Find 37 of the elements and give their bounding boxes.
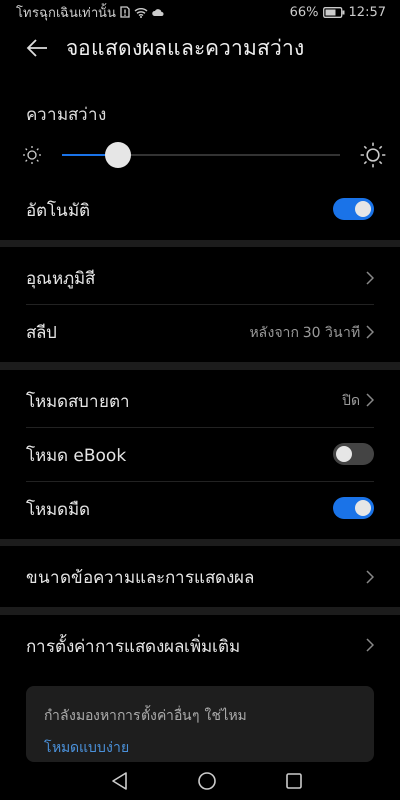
chevron-icon[interactable] xyxy=(366,270,374,285)
setting-label: ขนาดข้อความและการแสดงผล xyxy=(26,567,254,590)
carrier-text: โทรฉุกเฉินเท่านั้น xyxy=(16,2,116,23)
setting-label: สลีป xyxy=(26,322,57,346)
setting-label: โหมดมืด xyxy=(26,498,90,522)
setting-value: หลังจาก 30 วินาที xyxy=(249,324,360,343)
setting-label: อุณหภูมิสี xyxy=(26,268,95,292)
sun-icon xyxy=(22,144,42,165)
home-nav-icon[interactable] xyxy=(198,772,216,790)
toggle-switch[interactable] xyxy=(333,497,374,520)
recents-nav-icon[interactable] xyxy=(286,772,302,789)
battery-icon xyxy=(322,6,345,18)
suggestion-text: กำลังมองหาการตั้งค่าอื่นๆ ใช่ไหม xyxy=(44,704,356,726)
page-title: จอแสดงผลและความสว่าง xyxy=(66,35,304,62)
auto-label: อัตโนมัติ xyxy=(26,200,90,223)
back-nav-icon[interactable] xyxy=(112,772,128,790)
back-button[interactable] xyxy=(26,38,48,57)
slider-thumb[interactable] xyxy=(104,142,131,168)
battery-percent: 66% xyxy=(290,4,319,20)
toggle-switch[interactable] xyxy=(333,443,374,466)
sim-icon xyxy=(120,6,130,18)
setting-label: โหมดสบายตา xyxy=(26,390,130,414)
chevron-icon[interactable] xyxy=(366,638,374,652)
setting-value: ปิด xyxy=(342,392,360,412)
brightness-label: ความสว่าง xyxy=(26,104,107,127)
brightness-slider[interactable] xyxy=(62,142,340,168)
cloud-icon xyxy=(152,8,164,16)
toggle-switch[interactable] xyxy=(333,198,374,220)
setting-label: การตั้งค่าการแสดงผลเพิ่มเติม xyxy=(26,632,240,659)
simple-mode-link[interactable]: โหมดแบบง่าย xyxy=(44,736,356,758)
chevron-icon[interactable] xyxy=(366,324,374,339)
wifi-icon xyxy=(134,6,148,18)
chevron-icon[interactable] xyxy=(366,570,374,584)
sun-icon xyxy=(360,142,386,168)
clock-time: 12:57 xyxy=(348,4,386,20)
setting-label: โหมด eBook xyxy=(26,444,126,468)
chevron-icon[interactable] xyxy=(366,393,374,408)
